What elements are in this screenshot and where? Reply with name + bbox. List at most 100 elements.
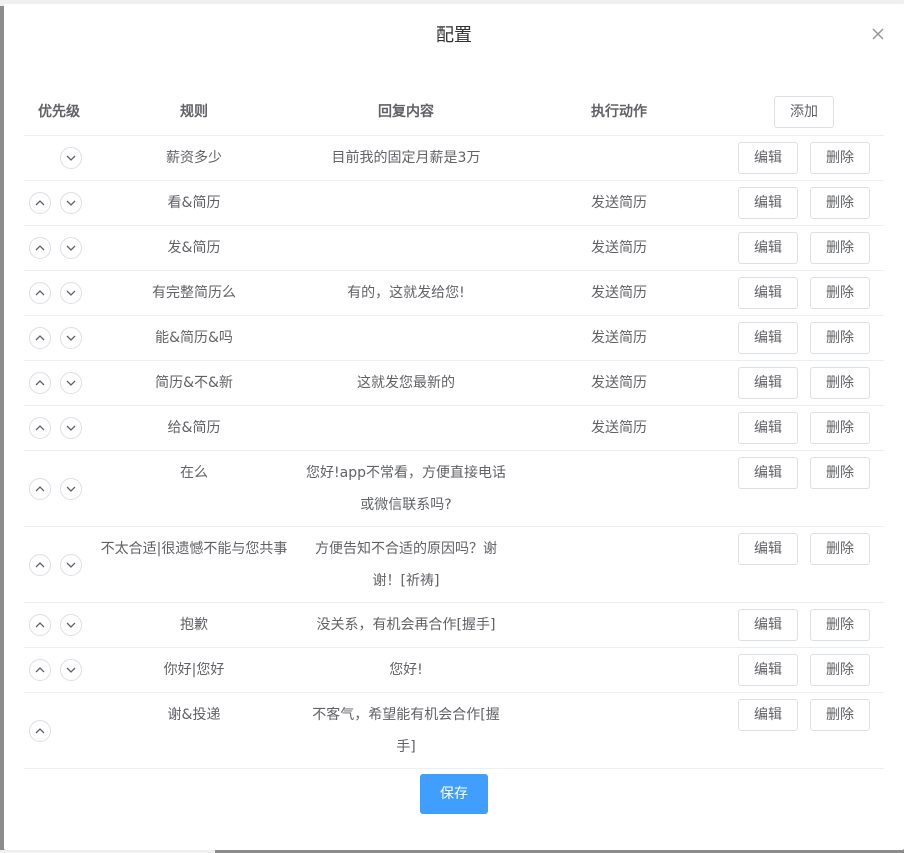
- delete-button[interactable]: 删除: [810, 367, 870, 399]
- edit-button[interactable]: 编辑: [738, 142, 798, 174]
- dialog-title: 配置: [436, 25, 472, 46]
- chevron-up-icon: [35, 728, 45, 734]
- move-up-button[interactable]: [29, 282, 51, 304]
- table-row: 薪资多少 目前我的固定月薪是3万 编辑 删除: [24, 136, 884, 181]
- edit-button[interactable]: 编辑: [738, 232, 798, 264]
- table-row: 不太合适|很遗憾不能与您共事 方便告知不合适的原因吗？谢谢！[祈祷] 编辑 删除: [24, 527, 884, 603]
- edit-button[interactable]: 编辑: [738, 187, 798, 219]
- rule-cell: 发&简历: [167, 240, 221, 256]
- move-up-button[interactable]: [29, 614, 51, 636]
- edit-button[interactable]: 编辑: [738, 322, 798, 354]
- chevron-up-icon: [35, 290, 45, 296]
- action-cell: 发送简历: [591, 375, 647, 391]
- move-down-button[interactable]: [60, 554, 82, 576]
- rule-cell: 你好|您好: [163, 662, 225, 678]
- move-down-button[interactable]: [60, 417, 82, 439]
- chevron-up-icon: [35, 380, 45, 386]
- rule-cell: 看&简历: [167, 195, 221, 211]
- table-row: 在么 您好!app不常看，方便直接电话或微信联系吗? 编辑 删除: [24, 451, 884, 527]
- chevron-down-icon: [66, 425, 76, 431]
- priority-cell: [24, 603, 94, 647]
- priority-cell: [24, 648, 94, 692]
- delete-button[interactable]: 删除: [810, 609, 870, 641]
- priority-cell: [24, 136, 94, 180]
- move-down-button[interactable]: [60, 282, 82, 304]
- priority-cell: [24, 361, 94, 405]
- action-cell: 发送简历: [591, 240, 647, 256]
- move-up-button[interactable]: [29, 372, 51, 394]
- move-up-button[interactable]: [29, 327, 51, 349]
- move-up-button[interactable]: [29, 659, 51, 681]
- chevron-down-icon: [66, 200, 76, 206]
- chevron-down-icon: [66, 622, 76, 628]
- rule-cell: 能&简历&吗: [155, 330, 233, 346]
- table-row: 谢&投递 不客气，希望能有机会合作[握手] 编辑 删除: [24, 693, 884, 769]
- chevron-up-icon: [35, 486, 45, 492]
- move-down-button[interactable]: [60, 614, 82, 636]
- header-reply: 回复内容: [378, 104, 434, 120]
- move-down-button[interactable]: [60, 327, 82, 349]
- move-down-button[interactable]: [60, 147, 82, 169]
- reply-cell: 您好!: [389, 662, 423, 678]
- move-down-button[interactable]: [60, 659, 82, 681]
- add-button[interactable]: 添加: [774, 96, 834, 128]
- save-button[interactable]: 保存: [420, 774, 488, 814]
- chevron-down-icon: [66, 245, 76, 251]
- action-cell: 发送简历: [591, 195, 647, 211]
- table-row: 给&简历 发送简历 编辑 删除: [24, 406, 884, 451]
- move-up-button[interactable]: [29, 417, 51, 439]
- header-rule: 规则: [180, 104, 208, 120]
- rule-cell: 简历&不&新: [155, 375, 233, 391]
- delete-button[interactable]: 删除: [810, 654, 870, 686]
- config-dialog: 配置 优先级 规则 回复内容 执行动作 添加 薪资多少 目前我的固定月薪是3万 编辑…: [4, 4, 904, 850]
- chevron-down-icon: [66, 155, 76, 161]
- table-row: 发&简历 发送简历 编辑 删除: [24, 226, 884, 271]
- delete-button[interactable]: 删除: [810, 322, 870, 354]
- delete-button[interactable]: 删除: [810, 412, 870, 444]
- table-row: 简历&不&新 这就发您最新的 发送简历 编辑 删除: [24, 361, 884, 406]
- delete-button[interactable]: 删除: [810, 142, 870, 174]
- move-down-button[interactable]: [60, 237, 82, 259]
- priority-cell: [24, 527, 94, 602]
- table-row: 你好|您好 您好! 编辑 删除: [24, 648, 884, 693]
- table-row: 看&简历 发送简历 编辑 删除: [24, 181, 884, 226]
- edit-button[interactable]: 编辑: [738, 533, 798, 565]
- edit-button[interactable]: 编辑: [738, 609, 798, 641]
- edit-button[interactable]: 编辑: [738, 412, 798, 444]
- delete-button[interactable]: 删除: [810, 457, 870, 489]
- rule-cell: 在么: [180, 465, 208, 481]
- reply-cell: 方便告知不合适的原因吗？谢谢！[祈祷]: [315, 541, 497, 589]
- move-up-button[interactable]: [29, 478, 51, 500]
- edit-button[interactable]: 编辑: [738, 654, 798, 686]
- move-up-button[interactable]: [29, 554, 51, 576]
- delete-button[interactable]: 删除: [810, 232, 870, 264]
- chevron-down-icon: [66, 380, 76, 386]
- action-cell: 发送简历: [591, 420, 647, 436]
- move-up-button[interactable]: [29, 192, 51, 214]
- move-down-button[interactable]: [60, 192, 82, 214]
- chevron-up-icon: [35, 425, 45, 431]
- edit-button[interactable]: 编辑: [738, 367, 798, 399]
- chevron-up-icon: [35, 667, 45, 673]
- action-cell: 发送简历: [591, 285, 647, 301]
- table-header: 优先级 规则 回复内容 执行动作 添加: [24, 90, 884, 136]
- delete-button[interactable]: 删除: [810, 187, 870, 219]
- chevron-down-icon: [66, 486, 76, 492]
- delete-button[interactable]: 删除: [810, 533, 870, 565]
- priority-cell: [24, 271, 94, 315]
- table-row: 抱歉 没关系，有机会再合作[握手] 编辑 删除: [24, 603, 884, 648]
- move-up-button[interactable]: [29, 237, 51, 259]
- move-down-button[interactable]: [60, 478, 82, 500]
- chevron-up-icon: [35, 622, 45, 628]
- delete-button[interactable]: 删除: [810, 699, 870, 731]
- edit-button[interactable]: 编辑: [738, 277, 798, 309]
- move-down-button[interactable]: [60, 372, 82, 394]
- delete-button[interactable]: 删除: [810, 277, 870, 309]
- table-row: 能&简历&吗 发送简历 编辑 删除: [24, 316, 884, 361]
- chevron-up-icon: [35, 200, 45, 206]
- close-icon[interactable]: [870, 26, 886, 42]
- move-up-button[interactable]: [29, 720, 51, 742]
- edit-button[interactable]: 编辑: [738, 699, 798, 731]
- edit-button[interactable]: 编辑: [738, 457, 798, 489]
- header-priority: 优先级: [38, 104, 80, 120]
